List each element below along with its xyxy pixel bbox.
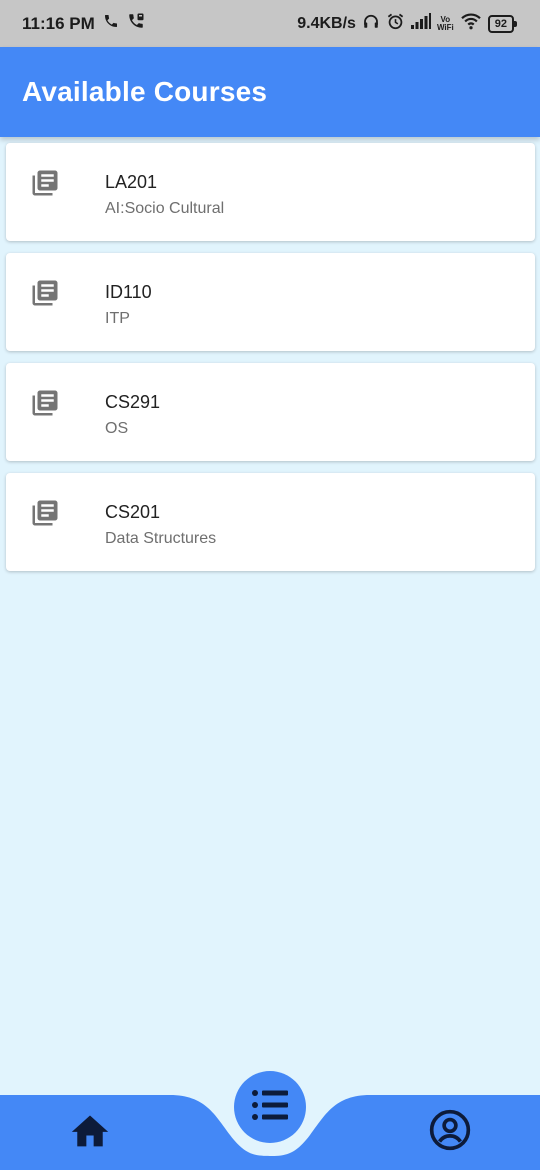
course-code: CS201 xyxy=(105,502,161,522)
wifi-icon xyxy=(460,12,482,35)
account-circle-icon[interactable] xyxy=(428,1108,472,1152)
course-card[interactable]: LA201 AI:Socio Cultural xyxy=(6,143,535,241)
course-card[interactable]: CS291 OS xyxy=(6,363,535,461)
vowifi-indicator: Vo WiFi xyxy=(436,15,454,32)
status-bar-left: 11:16 PM xyxy=(22,12,145,35)
network-speed: 9.4KB/s xyxy=(297,14,356,32)
status-bar: 11:16 PM 9.4KB/s Vo WiFi 92 xyxy=(0,0,540,47)
course-name: AI:Socio Cultural xyxy=(105,200,225,217)
app-bar: Available Courses xyxy=(0,47,540,137)
library-books-icon xyxy=(30,168,60,198)
course-name: ITP xyxy=(105,310,130,327)
library-books-icon xyxy=(30,388,60,418)
courses-fab-button[interactable] xyxy=(234,1071,306,1143)
course-code: ID110 xyxy=(105,282,152,302)
headphones-icon xyxy=(362,12,380,35)
status-bar-right: 9.4KB/s Vo WiFi 92 xyxy=(297,12,518,36)
library-books-icon xyxy=(30,498,60,528)
battery-icon: 92 xyxy=(487,14,518,33)
course-card[interactable]: CS201 Data Structures xyxy=(6,473,535,571)
course-card[interactable]: ID110 ITP xyxy=(6,253,535,351)
bottom-navigation xyxy=(0,1071,540,1170)
library-books-icon xyxy=(30,278,60,308)
battery-level: 92 xyxy=(494,17,507,30)
phone-icon xyxy=(103,13,119,34)
course-name: Data Structures xyxy=(105,530,217,547)
call-forward-icon xyxy=(127,12,145,35)
course-list: LA201 AI:Socio Cultural ID110 ITP CS291 … xyxy=(6,143,535,583)
list-icon xyxy=(250,1087,290,1128)
signal-icon xyxy=(410,13,431,34)
home-icon[interactable] xyxy=(68,1110,112,1150)
course-code: LA201 xyxy=(105,172,158,192)
page-title: Available Courses xyxy=(22,76,268,107)
course-code: CS291 xyxy=(105,392,161,412)
alarm-icon xyxy=(386,12,405,36)
vowifi-bottom-label: WiFi xyxy=(436,22,454,32)
course-name: OS xyxy=(105,420,129,437)
status-time: 11:16 PM xyxy=(22,13,95,33)
